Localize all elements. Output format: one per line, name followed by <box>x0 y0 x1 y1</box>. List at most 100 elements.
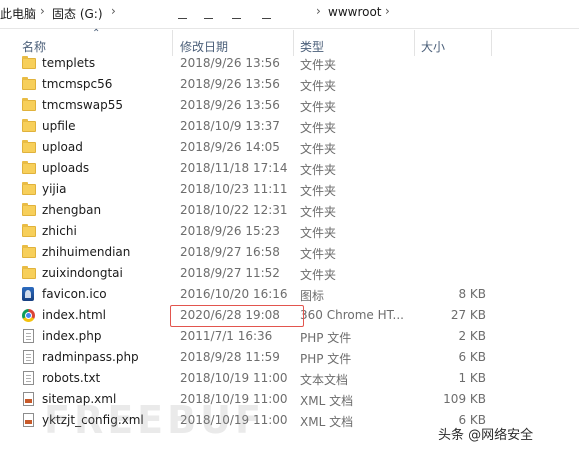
file-date: 2018/9/26 14:05 <box>180 140 280 154</box>
file-row[interactable]: tmcmspc56 2018/9/26 13:56 文件夹 <box>0 74 579 95</box>
folder-icon <box>22 77 36 90</box>
file-size: 109 KB <box>443 392 486 406</box>
file-row[interactable]: tmcmswap55 2018/9/26 13:56 文件夹 <box>0 95 579 116</box>
file-date: 2018/10/22 12:31 <box>180 203 288 217</box>
breadcrumb-separator[interactable]: › <box>316 4 321 18</box>
folder-icon <box>22 140 36 153</box>
favicon-icon <box>22 287 34 301</box>
file-type: 文件夹 <box>300 226 337 240</box>
file-row[interactable]: templets 2018/9/26 13:56 文件夹 <box>0 53 579 74</box>
file-name: index.html <box>42 308 106 322</box>
file-date: 2018/10/9 13:37 <box>180 119 280 133</box>
document-icon <box>23 329 34 343</box>
file-type: 文件夹 <box>300 247 337 261</box>
file-type: PHP 文件 <box>300 331 352 345</box>
breadcrumb-drive[interactable]: 固态 (G:) <box>52 5 103 22</box>
file-size: 27 KB <box>450 308 486 322</box>
redaction-mark <box>204 18 213 19</box>
file-row[interactable]: index.php 2011/7/1 16:36 PHP 文件 2 KB <box>0 326 579 347</box>
file-type: 图标 <box>300 289 325 303</box>
redaction-mark <box>262 18 271 19</box>
file-name: zhengban <box>42 203 102 217</box>
watermark-logo: FREEBUF <box>44 398 265 442</box>
folder-icon <box>22 203 36 216</box>
folder-icon <box>22 161 36 174</box>
file-name: zuixindongtai <box>42 266 123 280</box>
file-row[interactable]: zuixindongtai 2018/9/27 11:52 文件夹 <box>0 263 579 284</box>
file-type: 文件夹 <box>300 142 337 156</box>
document-icon <box>23 350 34 364</box>
file-row[interactable]: uploads 2018/11/18 17:14 文件夹 <box>0 158 579 179</box>
breadcrumb-this-pc[interactable]: 此电脑 <box>0 5 36 22</box>
file-name: tmcmspc56 <box>42 77 113 91</box>
document-icon <box>23 371 34 385</box>
file-type: 360 Chrome HT... <box>300 308 404 322</box>
file-type: 文件夹 <box>300 79 337 93</box>
file-row[interactable]: yijia 2018/10/23 11:11 文件夹 <box>0 179 579 200</box>
breadcrumb-separator[interactable]: › <box>385 4 390 18</box>
folder-icon <box>22 266 36 279</box>
file-date: 2018/9/27 11:52 <box>180 266 280 280</box>
file-name: zhihuimendian <box>42 245 131 259</box>
file-size: 8 KB <box>458 287 486 301</box>
file-name: zhichi <box>42 224 77 238</box>
file-type: 文件夹 <box>300 58 337 72</box>
file-date: 2016/10/20 16:16 <box>180 287 288 301</box>
folder-icon <box>22 119 36 132</box>
file-row[interactable]: radminpass.php 2018/9/28 11:59 PHP 文件 6 KB <box>0 347 579 368</box>
file-row[interactable]: upfile 2018/10/9 13:37 文件夹 <box>0 116 579 137</box>
file-name: yijia <box>42 182 67 196</box>
file-date: 2018/9/27 16:58 <box>180 245 280 259</box>
folder-icon <box>22 98 36 111</box>
file-date: 2018/9/26 13:56 <box>180 98 280 112</box>
file-row[interactable]: zhihuimendian 2018/9/27 16:58 文件夹 <box>0 242 579 263</box>
file-name: upload <box>42 140 83 154</box>
file-name: upfile <box>42 119 76 133</box>
redaction-mark <box>232 18 241 19</box>
file-type: 文件夹 <box>300 163 337 177</box>
file-name: uploads <box>42 161 90 175</box>
folder-icon <box>22 245 36 258</box>
watermark-text: 头条 @网络安全 <box>438 428 534 443</box>
file-type: 文件夹 <box>300 184 337 198</box>
chrome-html-icon <box>22 309 35 322</box>
folder-icon <box>22 56 36 69</box>
file-date: 2018/9/26 13:56 <box>180 56 280 70</box>
file-row[interactable]: robots.txt 2018/10/19 11:00 文本文档 1 KB <box>0 368 579 389</box>
file-date: 2018/11/18 17:14 <box>180 161 288 175</box>
file-name: tmcmswap55 <box>42 98 123 112</box>
file-type: XML 文档 <box>300 394 354 408</box>
folder-icon <box>22 224 36 237</box>
file-type: 文件夹 <box>300 100 337 114</box>
file-date: 2018/9/26 15:23 <box>180 224 280 238</box>
file-type: 文件夹 <box>300 268 337 282</box>
breadcrumb-separator[interactable]: › <box>111 4 116 18</box>
file-date: 2018/9/28 11:59 <box>180 350 280 364</box>
file-type: XML 文档 <box>300 415 354 429</box>
address-bar[interactable]: 此电脑 › 固态 (G:) › › wwwroot › <box>0 0 579 29</box>
file-name: radminpass.php <box>42 350 139 364</box>
file-type: 文件夹 <box>300 121 337 135</box>
file-name: favicon.ico <box>42 287 107 301</box>
file-date: 2018/10/19 11:00 <box>180 371 288 385</box>
file-type: 文件夹 <box>300 205 337 219</box>
file-size: 6 KB <box>458 350 486 364</box>
xml-icon <box>23 413 34 427</box>
redaction-mark <box>178 18 187 19</box>
file-date: 2018/9/26 13:56 <box>180 77 280 91</box>
file-name: templets <box>42 56 96 70</box>
folder-icon <box>22 182 36 195</box>
file-row[interactable]: zhengban 2018/10/22 12:31 文件夹 <box>0 200 579 221</box>
file-type: PHP 文件 <box>300 352 352 366</box>
file-type: 文本文档 <box>300 373 349 387</box>
breadcrumb-folder[interactable]: wwwroot <box>328 5 382 19</box>
file-size: 2 KB <box>458 329 486 343</box>
file-row[interactable]: favicon.ico 2016/10/20 16:16 图标 8 KB <box>0 284 579 305</box>
xml-icon <box>23 392 34 406</box>
file-size: 1 KB <box>458 371 486 385</box>
breadcrumb-separator[interactable]: › <box>40 4 45 18</box>
file-row[interactable]: zhichi 2018/9/26 15:23 文件夹 <box>0 221 579 242</box>
file-row[interactable]: upload 2018/9/26 14:05 文件夹 <box>0 137 579 158</box>
file-name: index.php <box>42 329 102 343</box>
file-name: robots.txt <box>42 371 101 385</box>
